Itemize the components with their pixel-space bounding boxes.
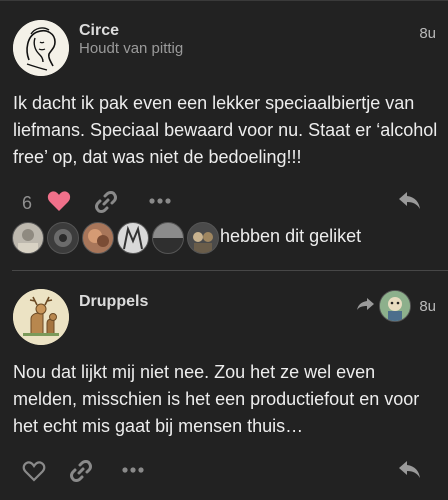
reply-to-avatar[interactable] <box>379 290 411 322</box>
post-druppels: Druppels 8u Nou dat lijkt mij niet nee. … <box>0 271 448 500</box>
liked-by-row: hebben dit geliket <box>12 222 442 254</box>
post-time[interactable]: 8u <box>419 25 436 42</box>
post-circe: Circe Houdt van pittig 8u Ik dacht ik pa… <box>0 0 448 268</box>
post-actions: 6 <box>0 185 448 219</box>
liker-avatar-6[interactable] <box>187 222 219 254</box>
liker-avatar-1[interactable] <box>12 222 44 254</box>
post-body: Nou dat lijkt mij niet nee. Zou het ze w… <box>13 362 420 436</box>
circe-portrait-icon <box>13 20 69 76</box>
link-icon[interactable] <box>69 459 93 483</box>
more-icon[interactable] <box>149 198 171 204</box>
link-icon[interactable] <box>94 190 118 214</box>
like-count[interactable]: 6 <box>22 193 32 214</box>
deer-illustration-icon <box>13 289 69 345</box>
heart-outline-icon[interactable] <box>22 460 46 482</box>
liker-avatar-2[interactable] <box>47 222 79 254</box>
liker-avatar-4[interactable] <box>117 222 149 254</box>
liker-avatar-3[interactable] <box>82 222 114 254</box>
author-subtitle: Houdt van pittig <box>79 40 184 57</box>
liker-avatar-5[interactable] <box>152 222 184 254</box>
more-icon[interactable] <box>122 467 144 473</box>
avatar-druppels[interactable] <box>13 289 69 345</box>
author-name[interactable]: Druppels <box>79 293 148 311</box>
avatar-circe[interactable] <box>13 20 69 76</box>
post-time[interactable]: 8u <box>419 298 436 315</box>
liked-by-text: hebben dit geliket <box>220 226 362 246</box>
post-body: Ik dacht ik pak even een lekker speciaal… <box>13 93 438 167</box>
heart-icon[interactable] <box>47 190 71 212</box>
post-actions <box>0 454 448 488</box>
reply-icon[interactable] <box>398 191 422 211</box>
reply-icon[interactable] <box>398 460 422 480</box>
reply-to-icon[interactable] <box>357 297 375 311</box>
author-name[interactable]: Circe <box>79 22 119 40</box>
